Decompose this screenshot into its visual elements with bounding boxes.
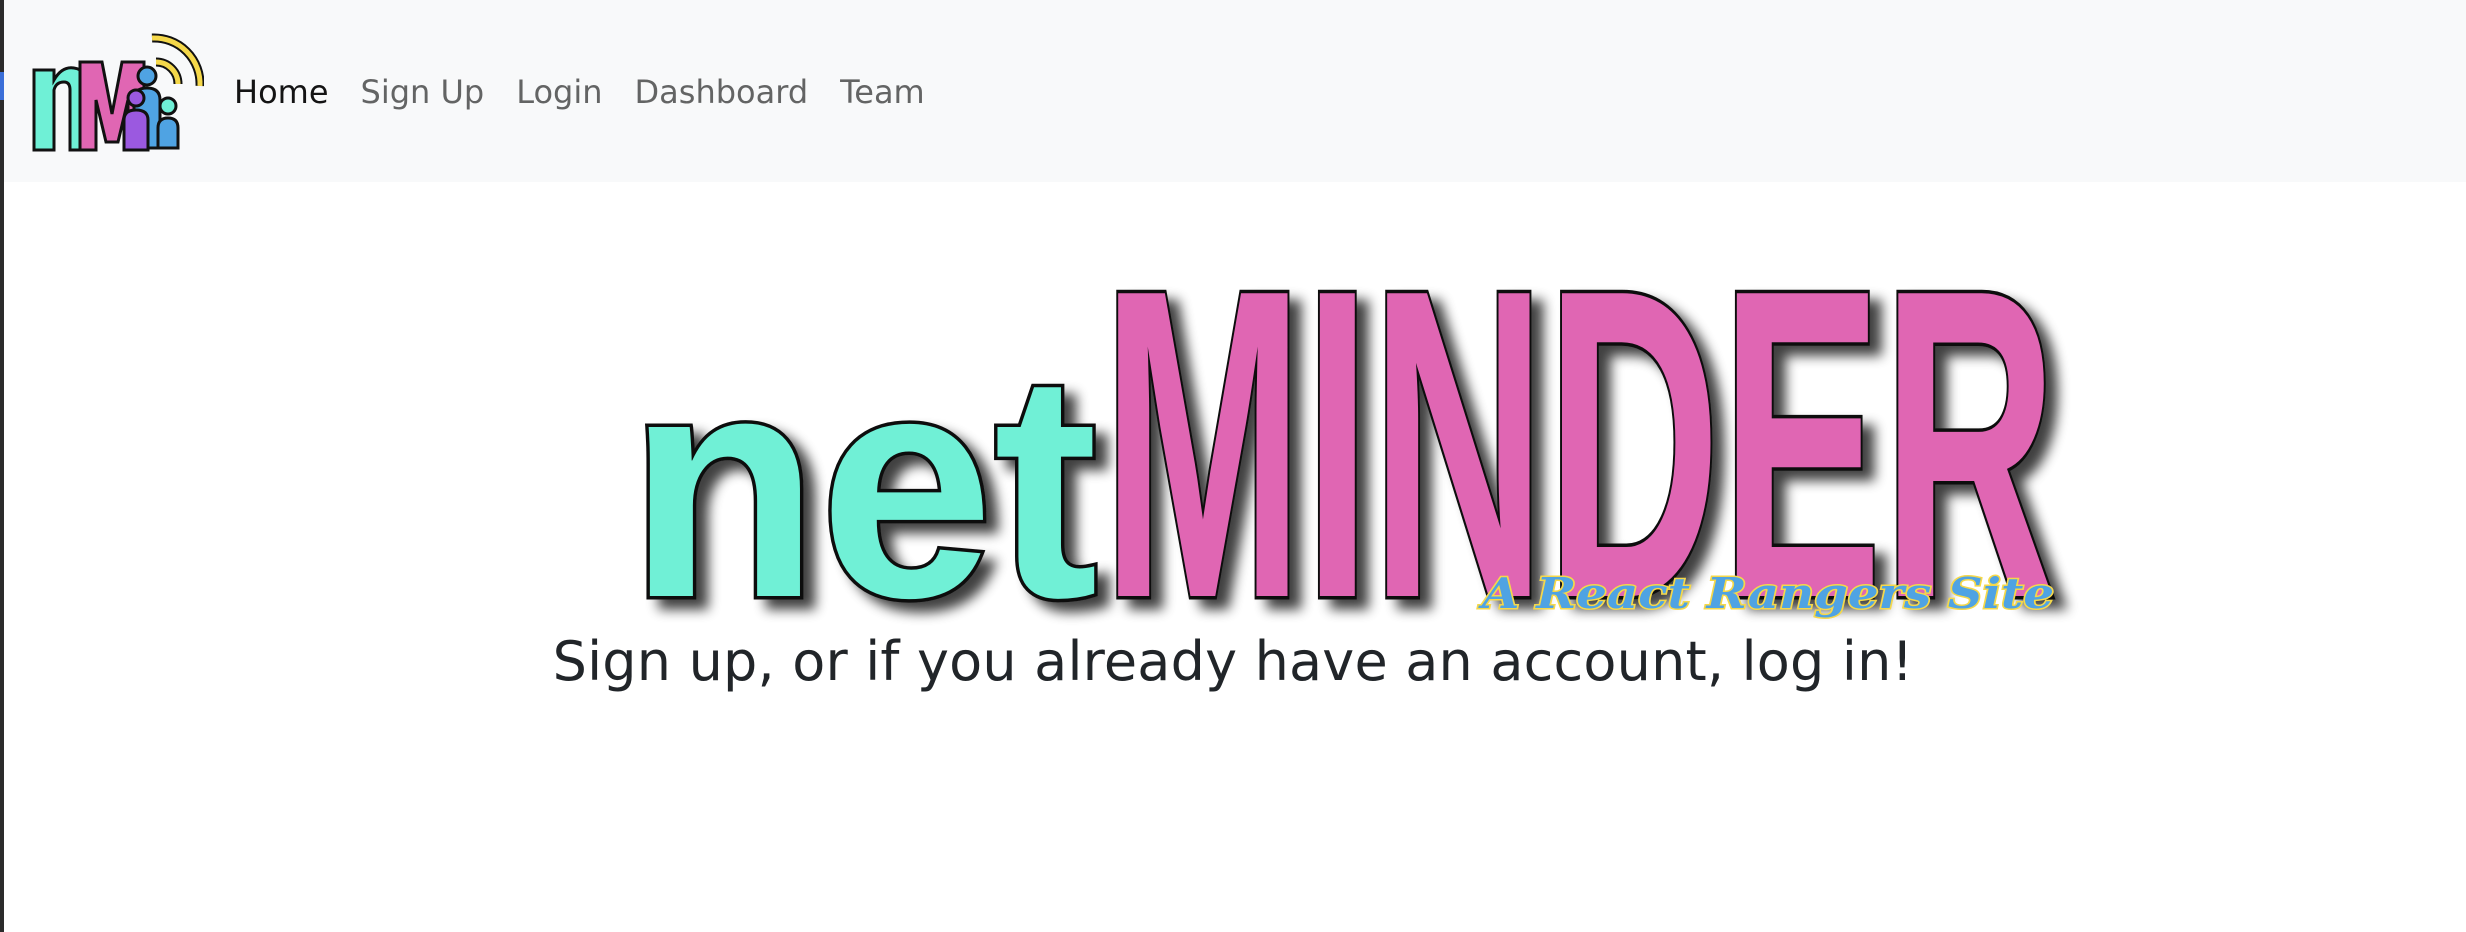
logo-net-text: net (628, 306, 1098, 628)
signup-tagline: Sign up, or if you already have an accou… (552, 630, 1914, 693)
logo-minder-text: MINDER (1102, 228, 2057, 628)
nav-link-login[interactable]: Login (516, 73, 602, 111)
netminder-brand-icon (32, 33, 205, 152)
nav-link-team[interactable]: Team (840, 73, 925, 111)
nav-link-sign-up[interactable]: Sign Up (361, 73, 485, 111)
logo-subtitle-text: A React Rangers Site (1477, 569, 2054, 618)
nav-link-home[interactable]: Home (234, 73, 329, 111)
netminder-wordmark: net MINDER A React Rangers Site (625, 196, 2061, 694)
navbar: Home Sign Up Login Dashboard Team (4, 0, 2466, 182)
netminder-hero-logo: net MINDER A React Rangers Site (620, 196, 2080, 694)
nav-links: Home Sign Up Login Dashboard Team (234, 62, 957, 122)
nav-link-dashboard[interactable]: Dashboard (635, 73, 809, 111)
brand-logo[interactable] (28, 24, 205, 160)
